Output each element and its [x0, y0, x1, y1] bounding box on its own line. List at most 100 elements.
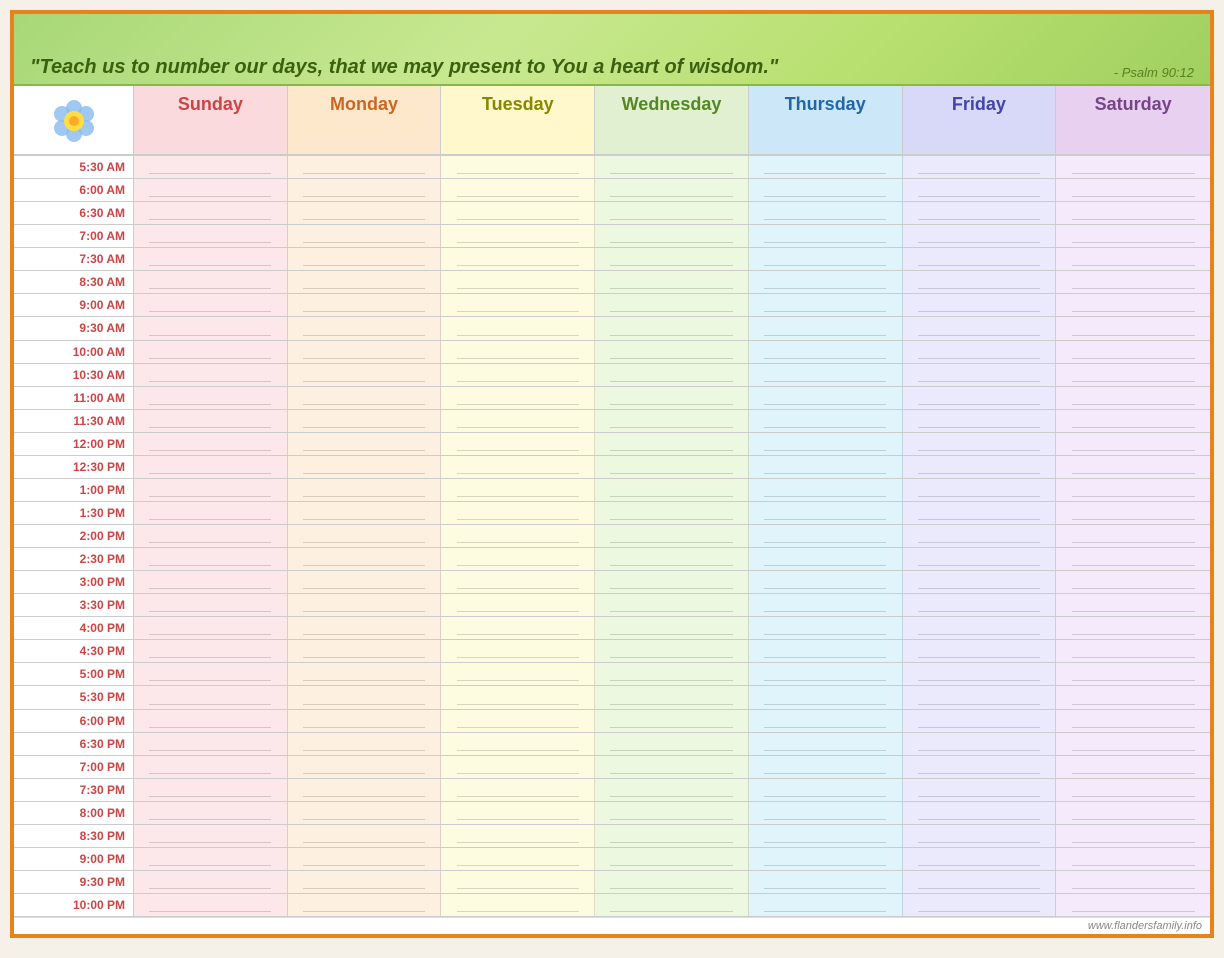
- time-cell-wednesday[interactable]: [595, 733, 749, 755]
- time-row[interactable]: 5:30 PM: [14, 686, 1210, 709]
- time-cell-wednesday[interactable]: [595, 364, 749, 386]
- time-cell-saturday[interactable]: [1056, 156, 1210, 178]
- time-cell-wednesday[interactable]: [595, 710, 749, 732]
- time-cell-thursday[interactable]: [749, 802, 903, 824]
- time-cell-monday[interactable]: [288, 433, 442, 455]
- time-cell-thursday[interactable]: [749, 686, 903, 708]
- time-cell-friday[interactable]: [903, 802, 1057, 824]
- time-cell-sunday[interactable]: [134, 433, 288, 455]
- time-cell-friday[interactable]: [903, 686, 1057, 708]
- time-cell-wednesday[interactable]: [595, 779, 749, 801]
- time-cell-tuesday[interactable]: [441, 663, 595, 685]
- time-cell-thursday[interactable]: [749, 710, 903, 732]
- time-cell-sunday[interactable]: [134, 271, 288, 293]
- time-cell-wednesday[interactable]: [595, 317, 749, 339]
- time-cell-saturday[interactable]: [1056, 525, 1210, 547]
- time-cell-friday[interactable]: [903, 640, 1057, 662]
- time-cell-tuesday[interactable]: [441, 525, 595, 547]
- time-cell-friday[interactable]: [903, 341, 1057, 363]
- time-cell-sunday[interactable]: [134, 179, 288, 201]
- time-cell-monday[interactable]: [288, 825, 442, 847]
- time-row[interactable]: 9:30 AM: [14, 317, 1210, 340]
- time-row[interactable]: 1:00 PM: [14, 479, 1210, 502]
- time-cell-thursday[interactable]: [749, 410, 903, 432]
- time-cell-monday[interactable]: [288, 456, 442, 478]
- time-cell-sunday[interactable]: [134, 779, 288, 801]
- time-cell-saturday[interactable]: [1056, 179, 1210, 201]
- time-cell-tuesday[interactable]: [441, 502, 595, 524]
- time-cell-sunday[interactable]: [134, 548, 288, 570]
- time-cell-wednesday[interactable]: [595, 248, 749, 270]
- time-row[interactable]: 6:30 AM: [14, 202, 1210, 225]
- time-cell-sunday[interactable]: [134, 733, 288, 755]
- time-row[interactable]: 6:30 PM: [14, 733, 1210, 756]
- time-cell-friday[interactable]: [903, 663, 1057, 685]
- time-cell-monday[interactable]: [288, 179, 442, 201]
- time-cell-saturday[interactable]: [1056, 571, 1210, 593]
- time-cell-tuesday[interactable]: [441, 871, 595, 893]
- time-cell-monday[interactable]: [288, 271, 442, 293]
- time-cell-tuesday[interactable]: [441, 387, 595, 409]
- time-row[interactable]: 6:00 PM: [14, 710, 1210, 733]
- time-row[interactable]: 12:30 PM: [14, 456, 1210, 479]
- time-cell-friday[interactable]: [903, 710, 1057, 732]
- time-cell-friday[interactable]: [903, 410, 1057, 432]
- time-cell-wednesday[interactable]: [595, 433, 749, 455]
- time-cell-sunday[interactable]: [134, 871, 288, 893]
- time-cell-thursday[interactable]: [749, 387, 903, 409]
- time-cell-saturday[interactable]: [1056, 294, 1210, 316]
- time-cell-sunday[interactable]: [134, 387, 288, 409]
- time-cell-friday[interactable]: [903, 156, 1057, 178]
- time-cell-sunday[interactable]: [134, 825, 288, 847]
- time-cell-thursday[interactable]: [749, 271, 903, 293]
- time-cell-tuesday[interactable]: [441, 571, 595, 593]
- time-cell-tuesday[interactable]: [441, 756, 595, 778]
- time-row[interactable]: 11:30 AM: [14, 410, 1210, 433]
- time-cell-tuesday[interactable]: [441, 779, 595, 801]
- time-cell-saturday[interactable]: [1056, 456, 1210, 478]
- time-row[interactable]: 5:00 PM: [14, 663, 1210, 686]
- time-cell-thursday[interactable]: [749, 848, 903, 870]
- time-cell-saturday[interactable]: [1056, 271, 1210, 293]
- time-cell-monday[interactable]: [288, 894, 442, 916]
- time-row[interactable]: 9:30 PM: [14, 871, 1210, 894]
- time-cell-thursday[interactable]: [749, 779, 903, 801]
- time-cell-friday[interactable]: [903, 502, 1057, 524]
- time-cell-wednesday[interactable]: [595, 617, 749, 639]
- time-row[interactable]: 2:00 PM: [14, 525, 1210, 548]
- time-cell-sunday[interactable]: [134, 686, 288, 708]
- time-cell-saturday[interactable]: [1056, 756, 1210, 778]
- time-cell-tuesday[interactable]: [441, 248, 595, 270]
- time-cell-sunday[interactable]: [134, 410, 288, 432]
- time-cell-sunday[interactable]: [134, 364, 288, 386]
- time-cell-thursday[interactable]: [749, 756, 903, 778]
- time-cell-saturday[interactable]: [1056, 202, 1210, 224]
- time-cell-sunday[interactable]: [134, 802, 288, 824]
- time-row[interactable]: 6:00 AM: [14, 179, 1210, 202]
- time-cell-saturday[interactable]: [1056, 410, 1210, 432]
- time-cell-tuesday[interactable]: [441, 317, 595, 339]
- time-cell-friday[interactable]: [903, 271, 1057, 293]
- time-cell-saturday[interactable]: [1056, 248, 1210, 270]
- time-cell-friday[interactable]: [903, 733, 1057, 755]
- time-cell-friday[interactable]: [903, 479, 1057, 501]
- time-cell-thursday[interactable]: [749, 502, 903, 524]
- time-cell-tuesday[interactable]: [441, 456, 595, 478]
- time-cell-friday[interactable]: [903, 825, 1057, 847]
- time-row[interactable]: 8:00 PM: [14, 802, 1210, 825]
- time-cell-sunday[interactable]: [134, 456, 288, 478]
- time-cell-sunday[interactable]: [134, 894, 288, 916]
- time-row[interactable]: 7:00 PM: [14, 756, 1210, 779]
- time-cell-monday[interactable]: [288, 364, 442, 386]
- time-cell-friday[interactable]: [903, 225, 1057, 247]
- time-cell-monday[interactable]: [288, 410, 442, 432]
- time-cell-monday[interactable]: [288, 663, 442, 685]
- time-cell-friday[interactable]: [903, 779, 1057, 801]
- time-cell-wednesday[interactable]: [595, 225, 749, 247]
- time-cell-wednesday[interactable]: [595, 341, 749, 363]
- time-cell-saturday[interactable]: [1056, 341, 1210, 363]
- time-cell-saturday[interactable]: [1056, 802, 1210, 824]
- time-row[interactable]: 4:30 PM: [14, 640, 1210, 663]
- time-cell-tuesday[interactable]: [441, 617, 595, 639]
- time-cell-sunday[interactable]: [134, 617, 288, 639]
